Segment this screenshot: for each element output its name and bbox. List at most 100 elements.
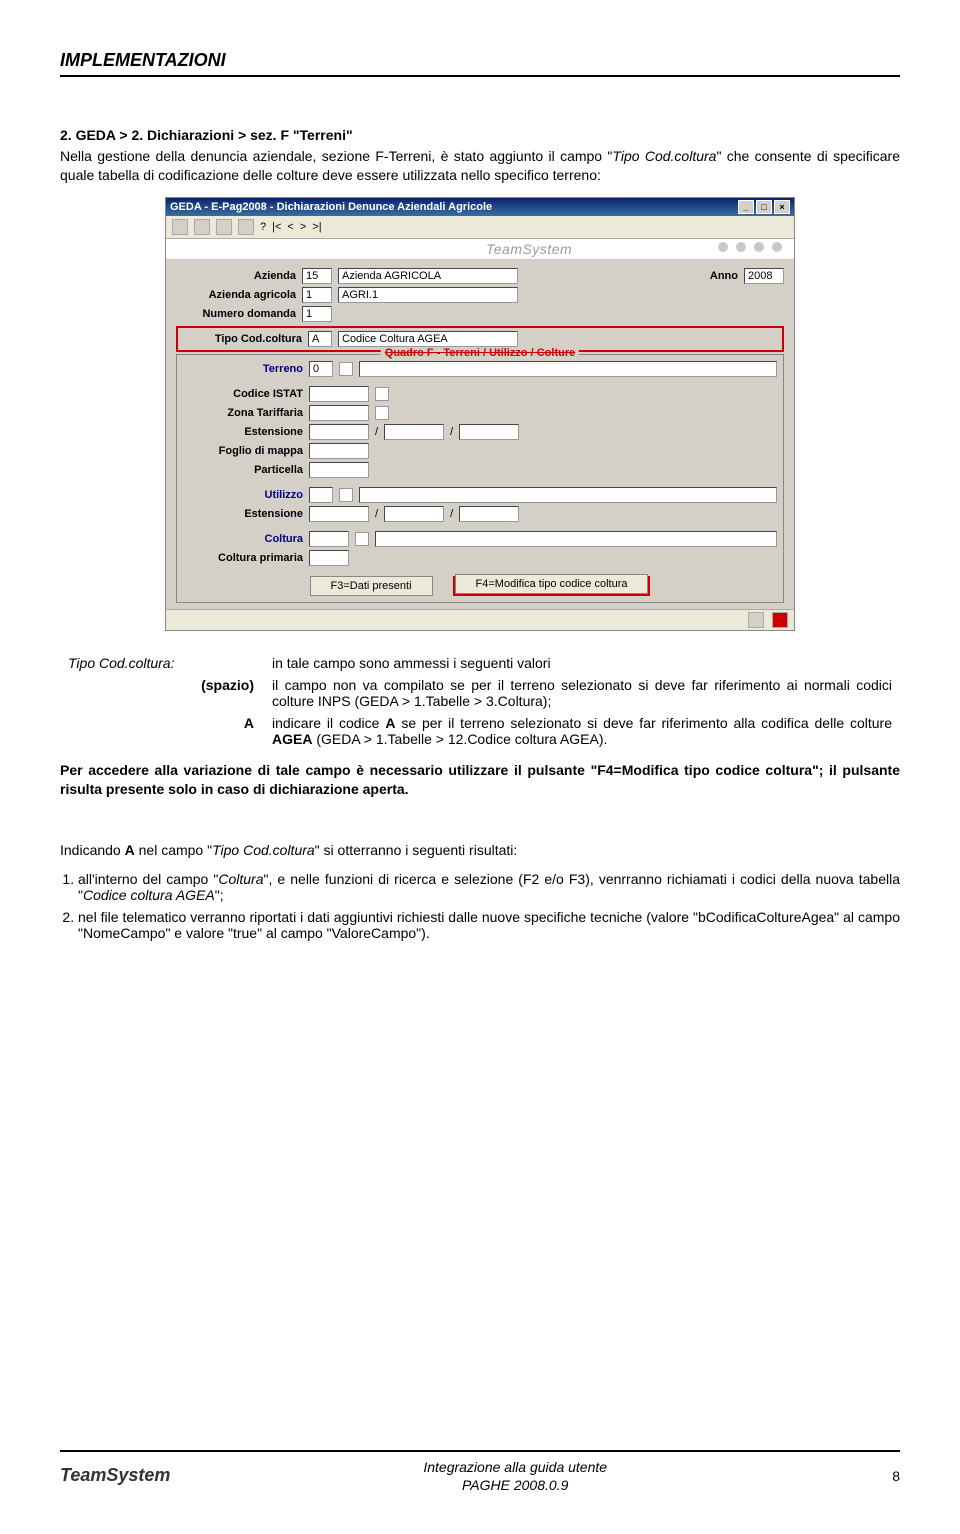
dot-icon xyxy=(736,242,746,252)
form-area: Azienda 15 Azienda AGRICOLA Anno 2008 Az… xyxy=(166,260,794,609)
nav-first-icon[interactable]: |< xyxy=(272,221,281,233)
footer: TeamSystem Integrazione alla guida utent… xyxy=(60,1450,900,1494)
f4-button[interactable]: F4=Modifica tipo codice coltura xyxy=(455,574,649,594)
search-icon[interactable] xyxy=(375,406,389,420)
list-item: all'interno del campo "Coltura", e nelle… xyxy=(78,871,900,903)
intro-paragraph: Nella gestione della denuncia aziendale,… xyxy=(60,147,900,185)
status-icon[interactable] xyxy=(748,612,764,628)
tipo-cod-coltura-desc: Codice Coltura AGEA xyxy=(338,331,518,347)
estensione-field-1[interactable] xyxy=(309,424,369,440)
utilizzo-desc xyxy=(359,487,777,503)
coltura-label: Coltura xyxy=(183,533,303,545)
def-label: Tipo Cod.coltura: xyxy=(62,653,192,673)
tipo-cod-coltura-label: Tipo Cod.coltura xyxy=(182,333,302,345)
azienda-agricola-field[interactable]: 1 xyxy=(302,287,332,303)
dot-icon xyxy=(754,242,764,252)
coltura-field[interactable] xyxy=(309,531,349,547)
result-list: all'interno del campo "Coltura", e nelle… xyxy=(78,871,900,941)
slash: / xyxy=(450,508,453,520)
codice-istat-label: Codice ISTAT xyxy=(183,388,303,400)
estensione-label: Estensione xyxy=(183,426,303,438)
nav-prev-icon[interactable]: < xyxy=(287,221,293,233)
utilizzo-field[interactable] xyxy=(309,487,333,503)
estensione2-field-2[interactable] xyxy=(384,506,444,522)
coltura-primaria-label: Coltura primaria xyxy=(183,552,303,564)
header-rule xyxy=(60,75,900,77)
statusbar xyxy=(166,609,794,630)
footer-center: Integrazione alla guida utente PAGHE 200… xyxy=(170,1458,860,1494)
terreno-desc xyxy=(359,361,777,377)
def-row2-text: indicare il codice A se per il terreno s… xyxy=(266,713,898,749)
estensione2-label: Estensione xyxy=(183,508,303,520)
intro-text-1: Nella gestione della denuncia aziendale,… xyxy=(60,148,612,164)
zona-tariffaria-field[interactable] xyxy=(309,405,369,421)
search-icon[interactable] xyxy=(375,387,389,401)
search-icon[interactable] xyxy=(339,488,353,502)
azienda-agricola-label: Azienda agricola xyxy=(176,289,296,301)
foglio-label: Foglio di mappa xyxy=(183,445,303,457)
estensione-field-3[interactable] xyxy=(459,424,519,440)
definition-table: Tipo Cod.coltura: in tale campo sono amm… xyxy=(60,651,900,751)
toolbar-icon[interactable] xyxy=(216,219,232,235)
def-row2-key: A xyxy=(194,713,264,749)
footer-logo: TeamSystem xyxy=(60,1465,170,1486)
toolbar-icon[interactable] xyxy=(172,219,188,235)
brand-strip: TeamSystem xyxy=(166,239,794,260)
estensione2-field-1[interactable] xyxy=(309,506,369,522)
close-button[interactable]: × xyxy=(774,200,790,214)
para-result-intro: Indicando A nel campo "Tipo Cod.coltura"… xyxy=(60,841,900,860)
azienda-agricola-name-field: AGRI.1 xyxy=(338,287,518,303)
azienda-label: Azienda xyxy=(176,270,296,282)
azienda-name-field: Azienda AGRICOLA xyxy=(338,268,518,284)
nav-help-icon[interactable]: ? xyxy=(260,221,266,233)
codice-istat-field[interactable] xyxy=(309,386,369,402)
page-number: 8 xyxy=(860,1468,900,1484)
slash: / xyxy=(375,508,378,520)
toolbar: ? |< < > >| xyxy=(166,216,794,239)
f3-button[interactable]: F3=Dati presenti xyxy=(310,576,433,596)
group-box: Quadro F - Terreni / Utilizzo / Colture … xyxy=(176,354,784,603)
tipo-cod-coltura-field[interactable]: A xyxy=(308,331,332,347)
dot-icon xyxy=(772,242,782,252)
def-row1-key: (spazio) xyxy=(194,675,264,711)
def-row1-text: il campo non va compilato se per il terr… xyxy=(266,675,898,711)
estensione2-field-3[interactable] xyxy=(459,506,519,522)
anno-label: Anno xyxy=(710,270,738,282)
foglio-field[interactable] xyxy=(309,443,369,459)
app-window: GEDA - E-Pag2008 - Dichiarazioni Denunce… xyxy=(165,197,795,631)
dot-icon xyxy=(718,242,728,252)
particella-label: Particella xyxy=(183,464,303,476)
slash: / xyxy=(375,426,378,438)
toolbar-icon[interactable] xyxy=(194,219,210,235)
numero-domanda-label: Numero domanda xyxy=(176,308,296,320)
doc-header: IMPLEMENTAZIONI xyxy=(60,50,900,71)
zona-tariffaria-label: Zona Tariffaria xyxy=(183,407,303,419)
terreno-label: Terreno xyxy=(183,363,303,375)
group-title: Quadro F - Terreni / Utilizzo / Colture xyxy=(381,347,579,359)
brand-text: TeamSystem xyxy=(486,241,572,257)
coltura-primaria-field[interactable] xyxy=(309,550,349,566)
window-title: GEDA - E-Pag2008 - Dichiarazioni Denunce… xyxy=(170,201,492,213)
azienda-field[interactable]: 15 xyxy=(302,268,332,284)
search-icon[interactable] xyxy=(339,362,353,376)
terreno-field[interactable]: 0 xyxy=(309,361,333,377)
intro-field: Tipo Cod.coltura xyxy=(612,148,716,164)
utilizzo-label: Utilizzo xyxy=(183,489,303,501)
status-close-icon[interactable] xyxy=(772,612,788,628)
particella-field[interactable] xyxy=(309,462,369,478)
numero-domanda-field[interactable]: 1 xyxy=(302,306,332,322)
toolbar-icon[interactable] xyxy=(238,219,254,235)
slash: / xyxy=(450,426,453,438)
maximize-button[interactable]: □ xyxy=(756,200,772,214)
section-title: 2. GEDA > 2. Dichiarazioni > sez. F "Ter… xyxy=(60,127,900,143)
minimize-button[interactable]: _ xyxy=(738,200,754,214)
anno-field[interactable]: 2008 xyxy=(744,268,784,284)
nav-next-icon[interactable]: > xyxy=(300,221,306,233)
def-row0-text: in tale campo sono ammessi i seguenti va… xyxy=(266,653,898,673)
search-icon[interactable] xyxy=(355,532,369,546)
nav-last-icon[interactable]: >| xyxy=(312,221,321,233)
list-item: nel file telematico verranno riportati i… xyxy=(78,909,900,941)
titlebar: GEDA - E-Pag2008 - Dichiarazioni Denunce… xyxy=(166,198,794,216)
coltura-desc xyxy=(375,531,777,547)
estensione-field-2[interactable] xyxy=(384,424,444,440)
